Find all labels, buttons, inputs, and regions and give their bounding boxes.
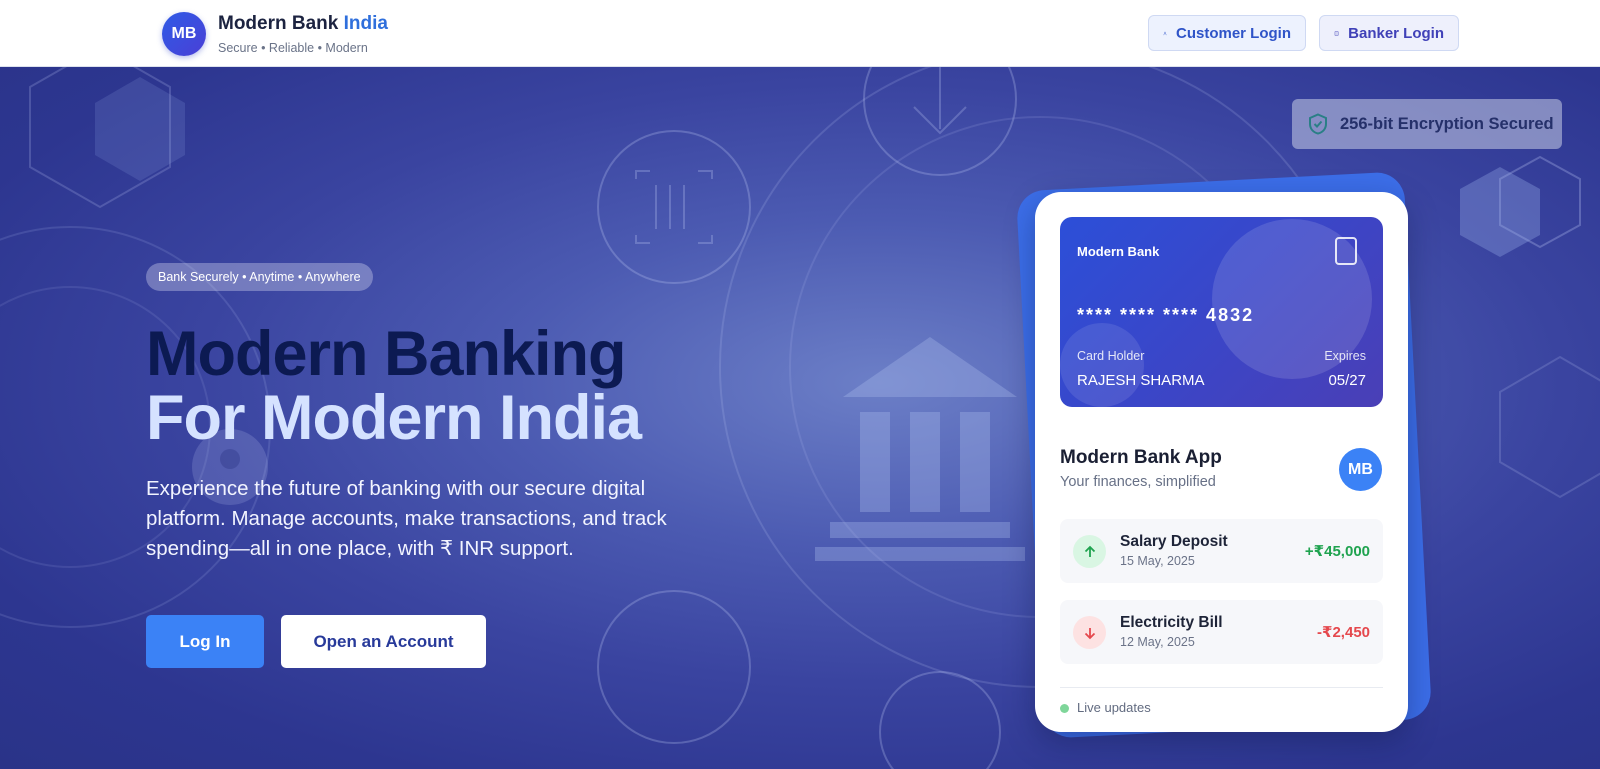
hero-pill: Bank Securely • Anytime • Anywhere xyxy=(146,263,373,291)
card-holder-label: Card Holder xyxy=(1077,349,1145,363)
hero-headline-line2: For Modern India xyxy=(146,383,642,453)
card-expires-label: Expires xyxy=(1324,349,1366,363)
app-subtitle: Your finances, simplified xyxy=(1060,474,1216,490)
transaction-item[interactable]: Electricity Bill 12 May, 2025 -₹2,450 xyxy=(1060,600,1383,664)
hero-section: 256-bit Encryption Secured Bank Securely… xyxy=(0,67,1600,769)
arrow-down-icon xyxy=(1073,616,1106,649)
debit-card: Modern Bank **** **** **** 4832 Card Hol… xyxy=(1060,217,1383,407)
banker-login-button[interactable]: Banker Login xyxy=(1319,15,1459,51)
brand-name-accent: India xyxy=(343,13,388,34)
transaction-item[interactable]: Salary Deposit 15 May, 2025 +₹45,000 xyxy=(1060,519,1383,583)
transaction-name: Salary Deposit xyxy=(1120,533,1228,550)
login-button[interactable]: Log In xyxy=(146,615,264,668)
user-icon xyxy=(1163,31,1167,35)
transaction-name: Electricity Bill xyxy=(1120,614,1223,631)
transaction-amount: +₹45,000 xyxy=(1304,543,1370,560)
live-status-dot xyxy=(1060,704,1069,713)
encryption-badge-label: 256-bit Encryption Secured xyxy=(1340,114,1554,133)
brand-name-main: Modern Bank xyxy=(218,13,339,34)
transaction-amount: -₹2,450 xyxy=(1317,624,1370,641)
app-title: Modern Bank App xyxy=(1060,447,1222,468)
shield-check-icon xyxy=(1309,113,1327,135)
card-bank-name: Modern Bank xyxy=(1077,244,1160,259)
live-status-label: Live updates xyxy=(1077,700,1151,715)
card-chip-icon xyxy=(1335,237,1357,265)
transaction-date: 15 May, 2025 xyxy=(1120,554,1195,568)
app-preview-card: Modern Bank **** **** **** 4832 Card Hol… xyxy=(1035,192,1408,732)
brand-tagline: Secure • Reliable • Modern xyxy=(218,41,368,55)
card-holder-name: RAJESH SHARMA xyxy=(1077,372,1205,389)
customer-login-label: Customer Login xyxy=(1176,24,1291,42)
divider xyxy=(1060,687,1383,688)
brand-name[interactable]: Modern Bank India xyxy=(218,13,388,35)
open-account-button[interactable]: Open an Account xyxy=(281,615,486,668)
encryption-badge: 256-bit Encryption Secured xyxy=(1292,99,1562,149)
app-avatar: MB xyxy=(1339,448,1382,491)
card-expiry: 05/27 xyxy=(1328,372,1366,389)
logo-badge[interactable]: MB xyxy=(162,12,206,56)
banker-login-label: Banker Login xyxy=(1348,24,1444,42)
building-icon xyxy=(1334,30,1339,36)
hero-description: Experience the future of banking with ou… xyxy=(146,477,667,560)
site-header: MB Modern Bank India Secure • Reliable •… xyxy=(0,0,1600,67)
card-decor-circle-small xyxy=(1060,323,1144,407)
customer-login-button[interactable]: Customer Login xyxy=(1148,15,1306,51)
card-number: **** **** **** 4832 xyxy=(1077,305,1255,325)
hero-headline-line1: Modern Banking xyxy=(146,319,627,389)
arrow-up-icon xyxy=(1073,535,1106,568)
transaction-date: 12 May, 2025 xyxy=(1120,635,1195,649)
